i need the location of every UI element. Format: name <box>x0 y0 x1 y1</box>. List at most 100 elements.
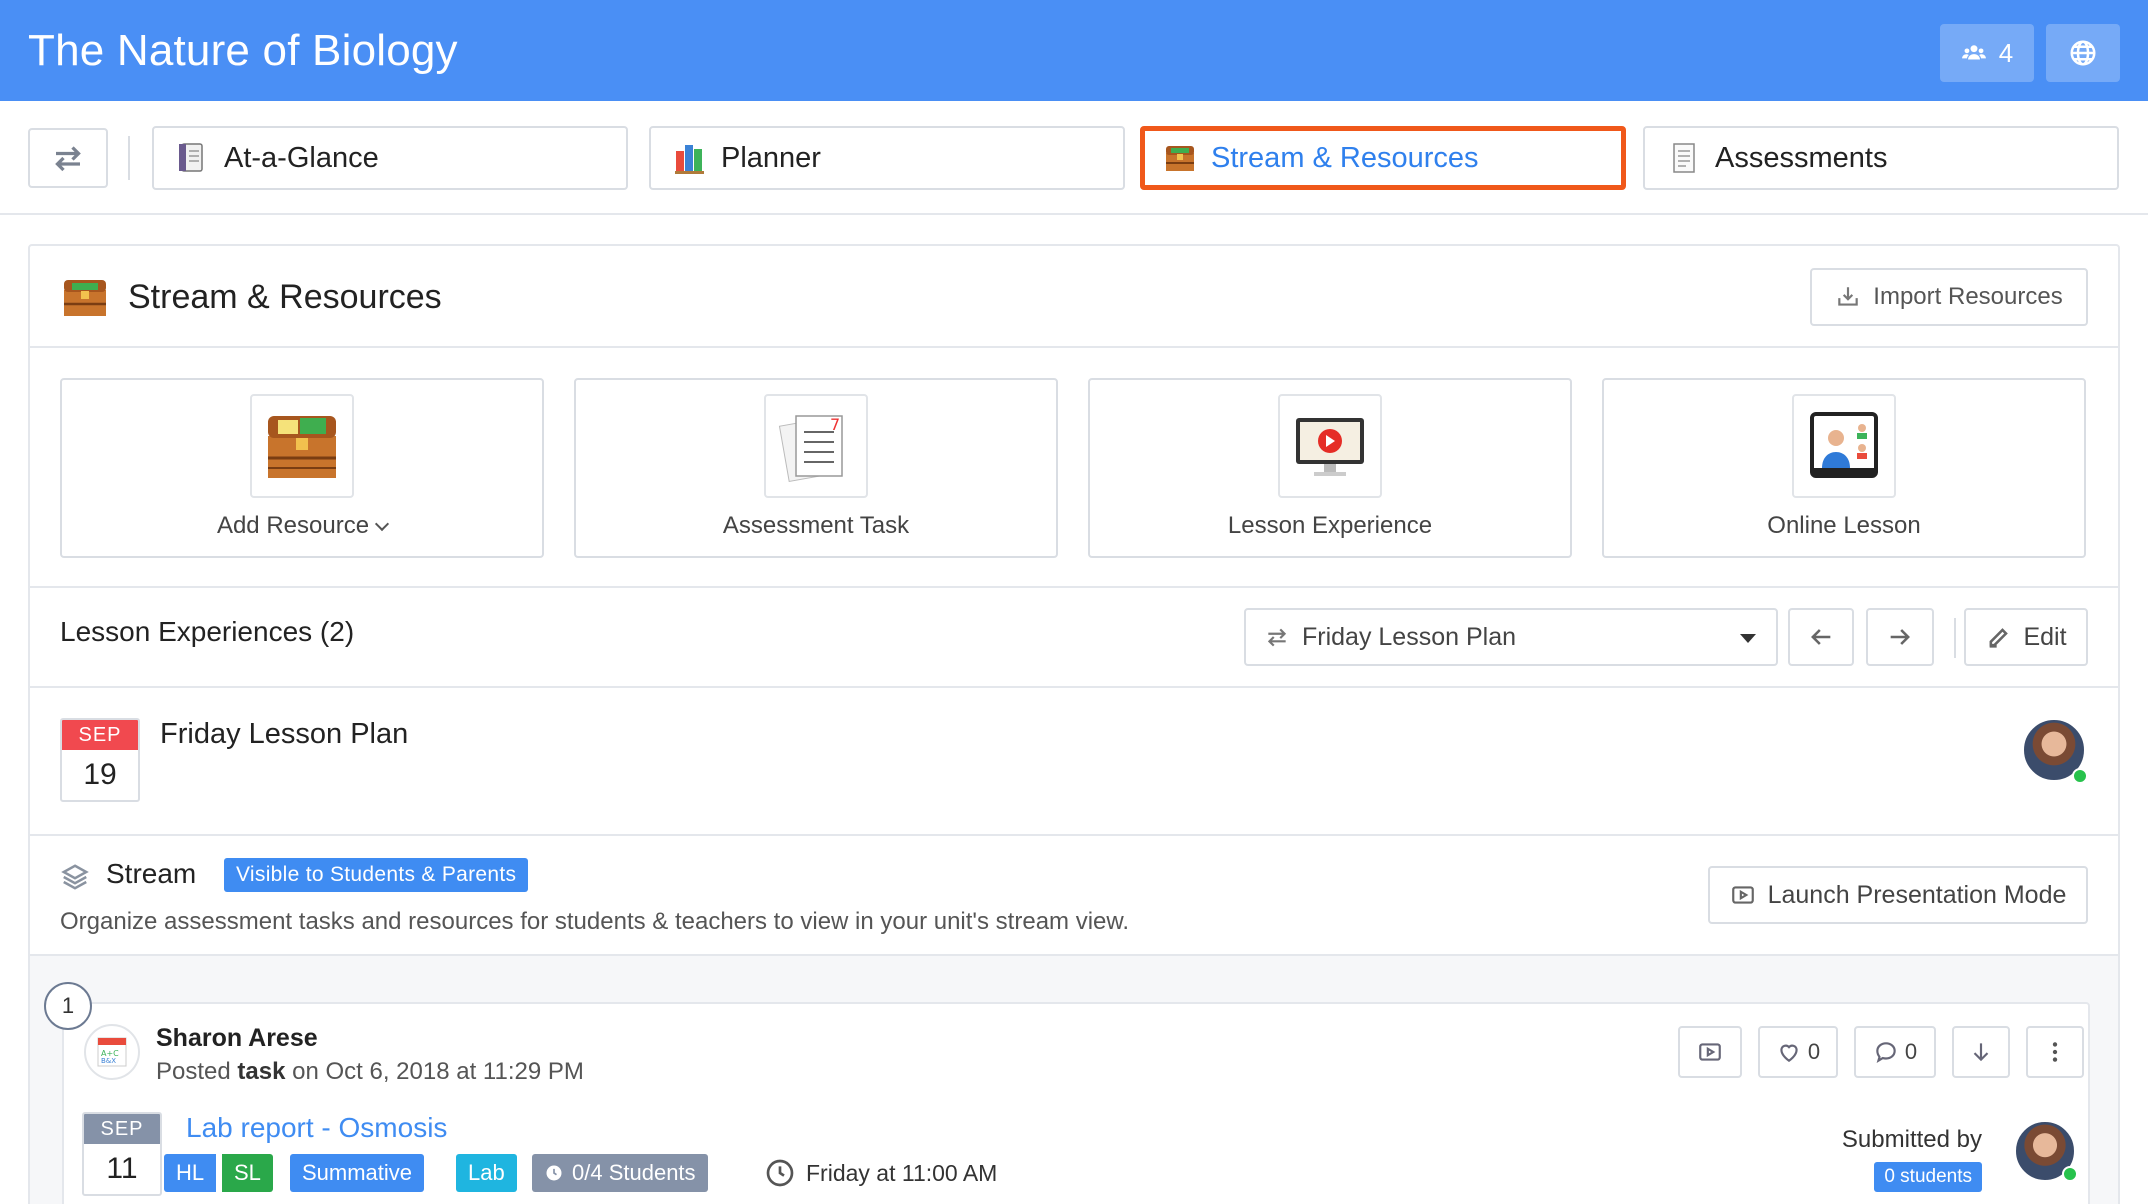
lesson-plan-select[interactable]: Friday Lesson Plan <box>1244 608 1778 666</box>
submitted-count-badge[interactable]: 0 students <box>1874 1162 1982 1192</box>
stream-header: Stream Visible to Students & Parents Org… <box>30 836 2118 956</box>
edit-lesson-button[interactable]: Edit <box>1964 608 2088 666</box>
caret-down-icon <box>1740 634 1756 643</box>
tab-label: Planner <box>721 141 821 174</box>
tag-hl: HL <box>164 1154 217 1192</box>
switch-arrows-icon <box>1267 628 1287 647</box>
presentation-icon <box>1731 886 1754 904</box>
visibility-badge[interactable]: Visible to Students & Parents <box>224 858 529 892</box>
svg-text:B&X: B&X <box>101 1057 116 1065</box>
add-resource-label: Add Resource <box>62 512 542 540</box>
presentation-icon <box>1699 1043 1721 1061</box>
books-icon <box>673 141 707 175</box>
calendar-month: SEP <box>62 720 138 750</box>
selected-lesson-plan: Friday Lesson Plan <box>1302 622 1517 651</box>
video-call-icon <box>1792 394 1896 498</box>
divider <box>1954 618 1956 658</box>
members-button[interactable]: 4 <box>1940 24 2034 82</box>
tab-stream-resources[interactable]: Stream & Resources <box>1140 126 1626 190</box>
pencil-icon <box>1990 628 2009 648</box>
stream-description: Organize assessment tasks and resources … <box>60 908 1130 935</box>
assessment-task-label: Assessment Task <box>722 512 910 539</box>
like-count: 0 <box>1807 1039 1821 1064</box>
arrow-left-icon <box>1811 629 1831 645</box>
tab-assessments[interactable]: Assessments <box>1643 126 2119 190</box>
submitted-by-label: Submitted by <box>1841 1126 1982 1153</box>
like-button[interactable]: 0 <box>1758 1026 1838 1078</box>
more-options-button[interactable] <box>2026 1026 2084 1078</box>
import-resources-label: Import Resources <box>1873 283 2063 310</box>
app-title: The Nature of Biology <box>28 26 458 75</box>
panel-title: Stream & Resources <box>128 278 442 316</box>
lesson-experience-tile[interactable]: Lesson Experience <box>1088 378 1572 558</box>
import-resources-button[interactable]: Import Resources <box>1810 268 2088 326</box>
heart-icon <box>1780 1044 1798 1062</box>
assessment-task-tile[interactable]: 7 Assessment Task <box>574 378 1058 558</box>
treasure-chest-icon <box>64 280 106 316</box>
comment-icon <box>1876 1042 1896 1064</box>
task-title-link[interactable]: Lab report - Osmosis <box>186 1112 447 1144</box>
tab-at-a-glance[interactable]: At-a-Glance <box>152 126 628 190</box>
clock-icon <box>546 1165 562 1181</box>
comment-count: 0 <box>1904 1039 1918 1064</box>
lesson-experiences-toolbar: Lesson Experiences (2) Friday Lesson Pla… <box>30 588 2118 688</box>
post-meta: Posted task on Oct 6, 2018 at 11:29 PM <box>156 1058 584 1085</box>
tag-lab: Lab <box>456 1154 517 1192</box>
svg-text:7: 7 <box>830 415 840 434</box>
online-lesson-tile[interactable]: Online Lesson <box>1602 378 2086 558</box>
task-date-calendar: SEP 11 <box>82 1112 162 1196</box>
lesson-name: Friday Lesson Plan <box>160 718 409 750</box>
tab-label: Stream & Resources <box>1211 141 1479 174</box>
users-icon <box>1961 45 1986 60</box>
tab-planner[interactable]: Planner <box>649 126 1125 190</box>
task-avatar: A+C B&X <box>84 1024 140 1080</box>
chevron-down-icon <box>374 516 390 532</box>
assignment-icon: A+CB&X <box>97 1037 127 1067</box>
resource-tiles: Add Resource 7 Assessment Task Lesson Ex… <box>30 348 2118 588</box>
stream-posts: A+C B&X Sharon Arese Posted task on Oct 6… <box>30 956 2118 1204</box>
tag-students: 0/4 Students <box>532 1154 708 1192</box>
app-header: The Nature of Biology 4 <box>0 0 2148 101</box>
stream-post: A+C B&X Sharon Arese Posted task on Oct 6… <box>62 1002 2090 1204</box>
divider <box>128 136 130 180</box>
more-vertical-icon <box>2052 1042 2058 1062</box>
globe-icon <box>2070 40 2096 66</box>
present-post-button[interactable] <box>1678 1026 1742 1078</box>
clock-icon <box>766 1159 794 1187</box>
post-number: 1 <box>44 982 92 1030</box>
arrow-down-icon <box>1973 1043 1989 1062</box>
move-down-button[interactable] <box>1952 1026 2010 1078</box>
add-resource-tile[interactable]: Add Resource <box>60 378 544 558</box>
previous-lesson-button[interactable] <box>1788 608 1854 666</box>
lesson-header: SEP 19 Friday Lesson Plan <box>30 688 2118 836</box>
language-button[interactable] <box>2046 24 2120 82</box>
switch-unit-button[interactable] <box>28 128 108 188</box>
import-icon <box>1838 287 1859 306</box>
calendar-day: 11 <box>106 1152 138 1185</box>
launch-presentation-button[interactable]: Launch Presentation Mode <box>1708 866 2088 924</box>
tag-summative: Summative <box>290 1154 425 1192</box>
lesson-experiences-title: Lesson Experiences (2) <box>60 616 355 647</box>
online-lesson-label: Online Lesson <box>1767 512 1921 539</box>
lesson-date-calendar: SEP 19 <box>60 718 140 802</box>
stream-title: Stream <box>106 858 197 889</box>
switch-arrows-icon <box>55 146 81 172</box>
calendar-day: 19 <box>83 758 117 791</box>
tab-label: At-a-Glance <box>224 141 379 174</box>
online-status-dot <box>2062 1166 2078 1182</box>
unit-tabs: At-a-Glance Planner Stream & Resources A… <box>0 101 2148 215</box>
comment-button[interactable]: 0 <box>1854 1026 1936 1078</box>
panel-header: Stream & Resources Import Resources <box>30 246 2118 348</box>
layers-icon <box>61 864 89 890</box>
assessment-sheets-icon: 7 <box>764 394 868 498</box>
next-lesson-button[interactable] <box>1866 608 1934 666</box>
tag-sl: SL <box>222 1154 273 1192</box>
online-status-dot <box>2072 768 2088 784</box>
calendar-month: SEP <box>84 1114 160 1144</box>
stream-resources-panel: Stream & Resources Import Resources Add … <box>28 244 2120 1204</box>
video-monitor-icon <box>1278 394 1382 498</box>
treasure-chest-icon <box>1163 141 1197 175</box>
tab-label: Assessments <box>1715 141 1888 174</box>
task-due-time: Friday at 11:00 AM <box>764 1154 997 1192</box>
post-author[interactable]: Sharon Arese <box>156 1024 318 1053</box>
